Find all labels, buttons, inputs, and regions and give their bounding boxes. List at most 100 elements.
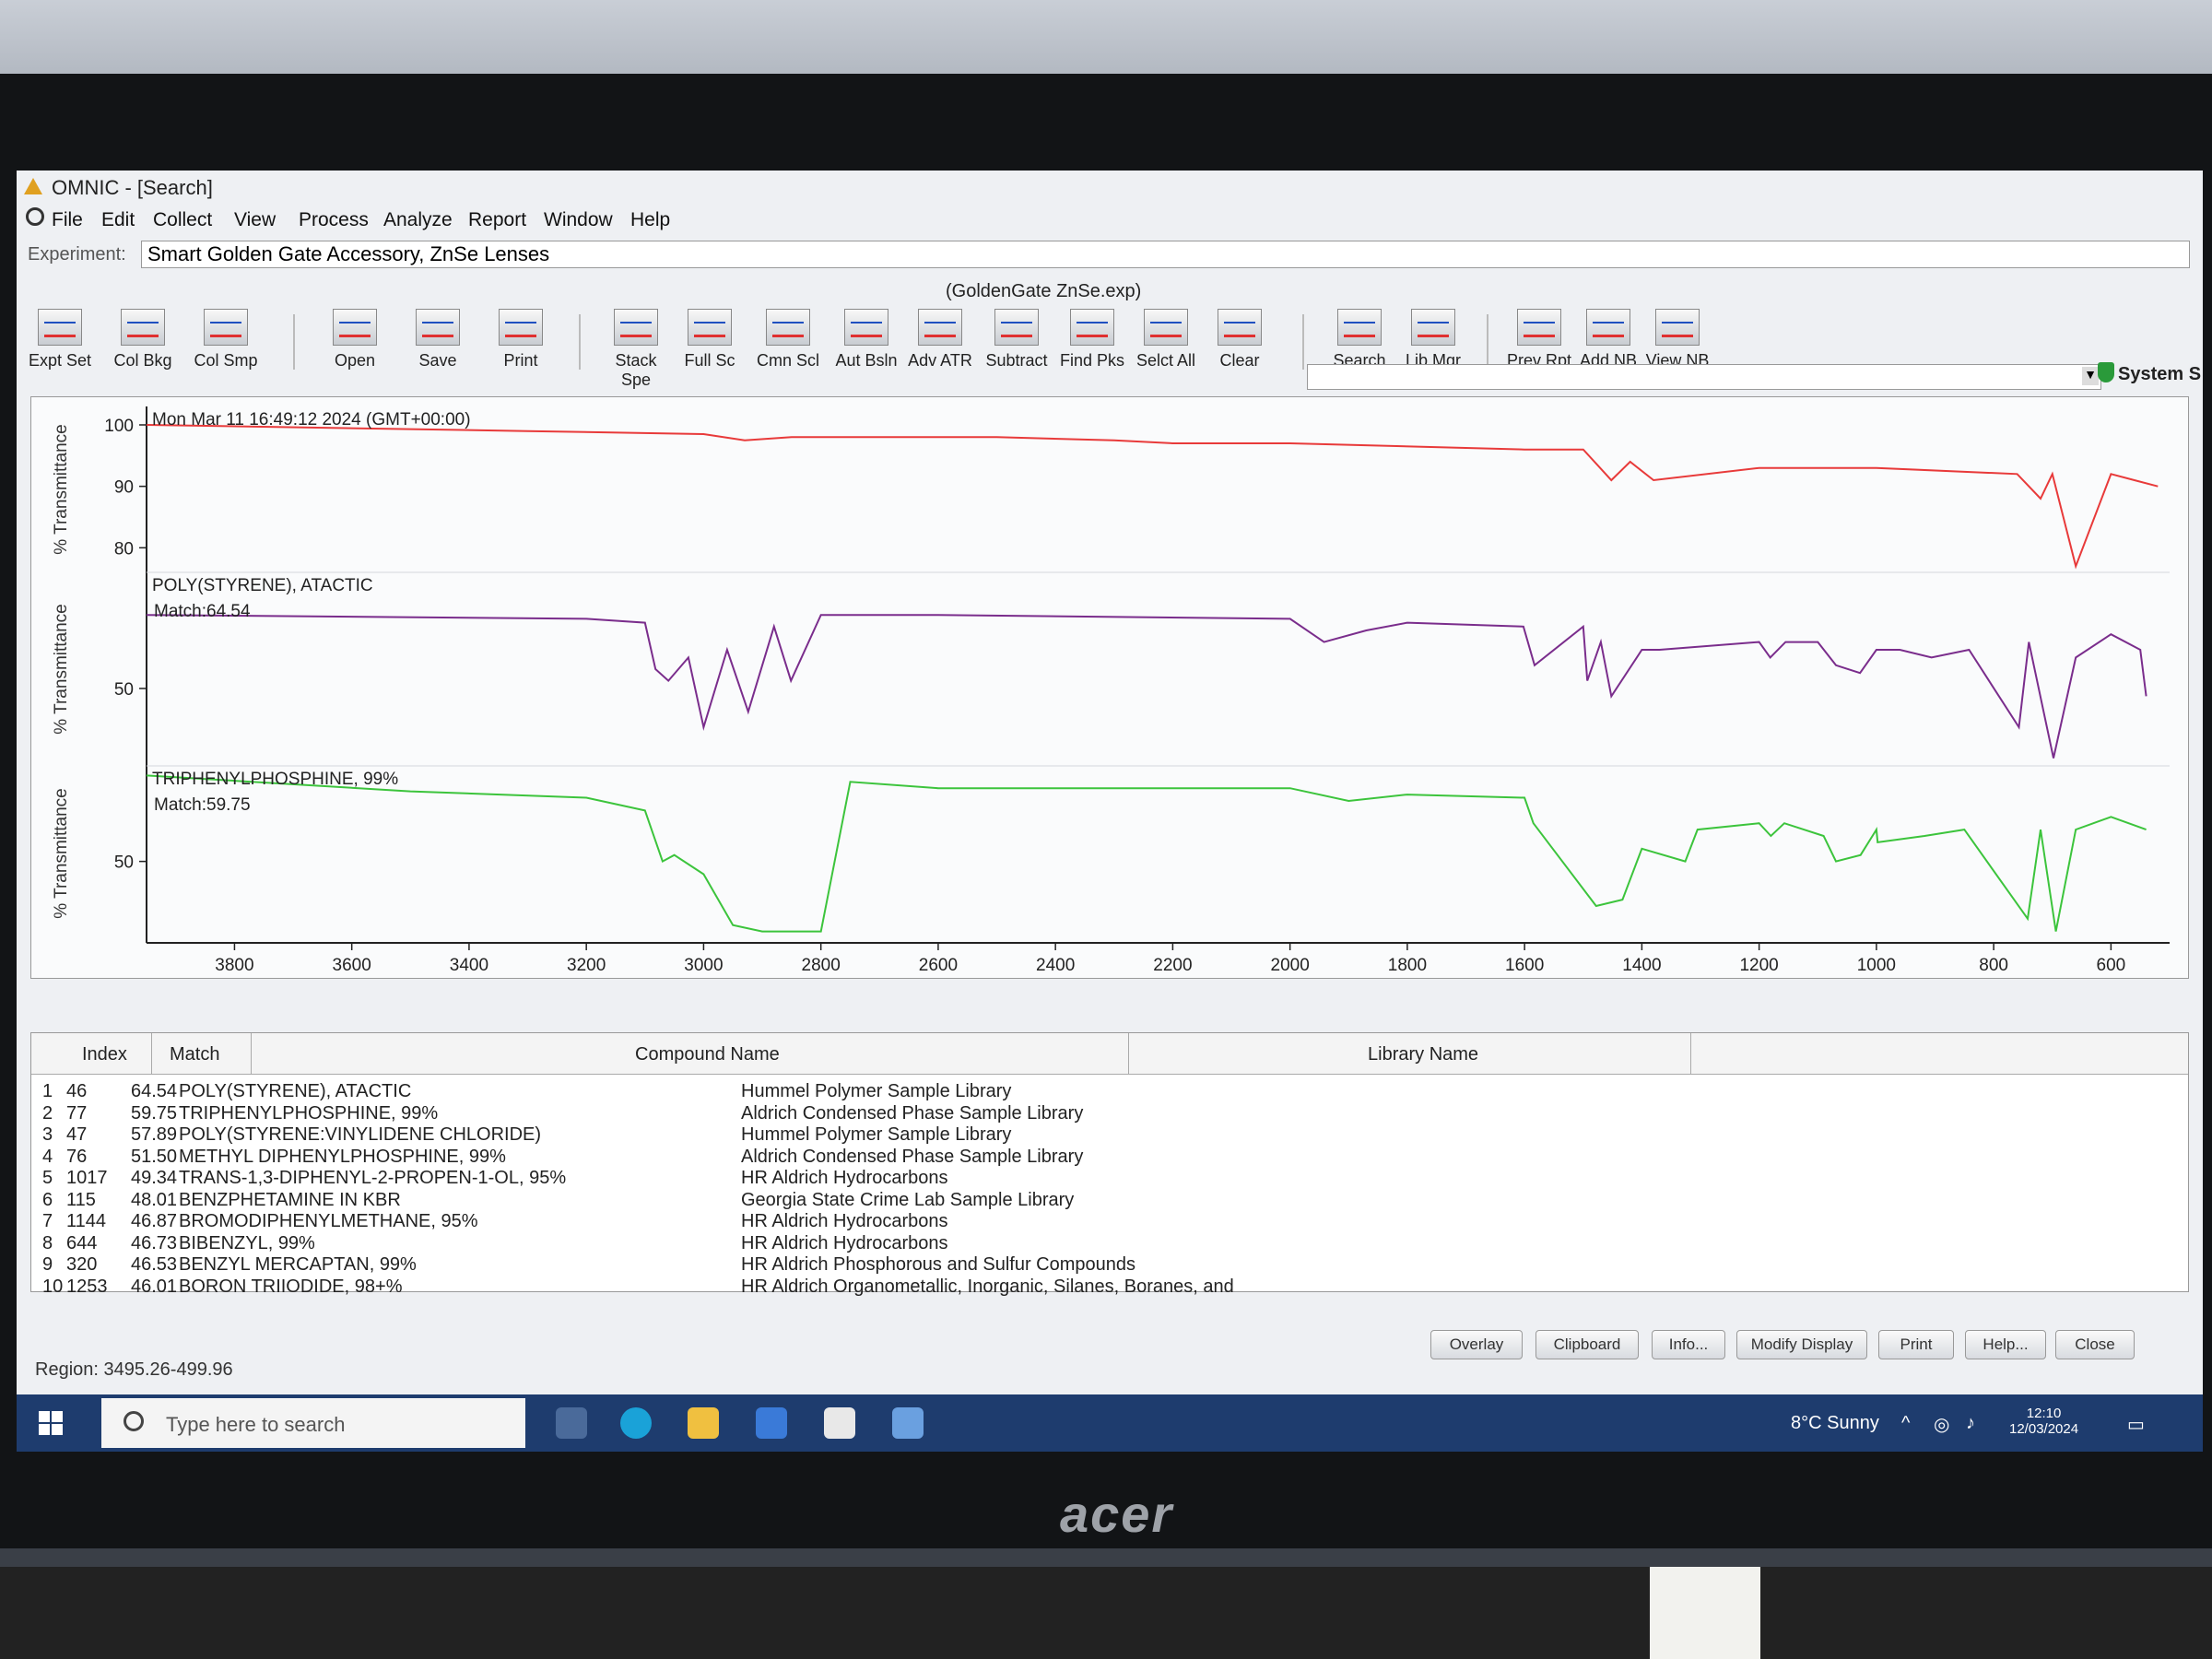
row-index: 76 [66, 1146, 88, 1167]
x-tick-label: 2000 [1271, 956, 1310, 975]
clock-time: 12:10 [2026, 1406, 2062, 1421]
expt-set-label: Expt Set [28, 351, 92, 370]
spectrum-chart[interactable]: 3800 3600 3400 3200 3000 2800 2600 2400 2200 2000… [30, 396, 2189, 999]
menu-view[interactable]: View [234, 209, 276, 231]
print-button[interactable]: Print [487, 309, 555, 371]
chevron-up-icon[interactable]: ^ [1901, 1413, 1910, 1434]
save-button[interactable]: Save [404, 309, 472, 371]
row-number: 6 [42, 1189, 53, 1210]
header-index[interactable]: Index [82, 1044, 127, 1065]
overlay-button[interactable]: Overlay [1430, 1330, 1523, 1359]
table-row[interactable]: 5 1017 49.34 TRANS-1,3-DIPHENYL-2-PROPEN-1-… [31, 1168, 2188, 1190]
x-tick-label: 2600 [919, 956, 958, 975]
menu-process[interactable]: Process [299, 209, 369, 231]
table-row[interactable]: 6 115 48.01 BENZPHETAMINE IN KBR Georgia Sta… [31, 1190, 2188, 1212]
spectrum-select[interactable]: ▼ [1307, 364, 2101, 390]
notification-icon[interactable]: ▭ [2127, 1413, 2145, 1436]
x-tick-label: 1000 [1857, 956, 1896, 975]
table-row[interactable]: 9 320 46.53 BENZYL MERCAPTAN, 99% HR Aldrich… [31, 1254, 2188, 1277]
print-results-button[interactable]: Print [1878, 1330, 1954, 1359]
table-row[interactable]: 2 77 59.75 TRIPHENYLPHOSPHINE, 99% Aldrich C… [31, 1103, 2188, 1125]
row-library-name: HR Aldrich Phosphorous and Sulfur Compou… [741, 1254, 1136, 1275]
auto-baseline-button[interactable]: Aut Bsln [832, 309, 900, 371]
search-icon [124, 1411, 144, 1431]
table-row[interactable]: 7 1144 46.87 BROMODIPHENYLMETHANE, 95% HR Al… [31, 1211, 2188, 1233]
x-tick-label: 1800 [1388, 956, 1427, 975]
select-all-button[interactable]: Selct All [1132, 309, 1200, 371]
info-button[interactable]: Info... [1652, 1330, 1725, 1359]
col-bkg-button[interactable]: Col Bkg [109, 309, 177, 371]
menu-window[interactable]: Window [544, 209, 613, 231]
weather-status[interactable]: 8°C Sunny [1791, 1413, 1879, 1434]
windows-start-icon[interactable] [39, 1411, 65, 1437]
menu-analyze[interactable]: Analyze [383, 209, 453, 231]
table-header: Index Match Compound Name Library Name [31, 1033, 2188, 1075]
help-button[interactable]: Help... [1965, 1330, 2046, 1359]
menu-file[interactable]: File [52, 209, 83, 231]
common-scale-button[interactable]: Cmn Scl [754, 309, 822, 371]
stack-spectra-icon [614, 309, 658, 346]
header-compound-name[interactable]: Compound Name [635, 1044, 780, 1065]
match-score: Match:59.75 [154, 795, 251, 815]
view-nb-button[interactable]: View NB [1643, 309, 1712, 371]
x-tick-label: 800 [1979, 956, 2008, 975]
menu-collect[interactable]: Collect [153, 209, 212, 231]
search-placeholder: Type here to search [166, 1413, 346, 1436]
speaker-icon[interactable]: ♪ [1966, 1413, 1975, 1434]
expt-set-button[interactable]: Expt Set [26, 309, 94, 371]
find-peaks-button[interactable]: Find Pks [1058, 309, 1126, 371]
header-library-name[interactable]: Library Name [1368, 1044, 1478, 1065]
system-clock[interactable]: 12:10 12/03/2024 [2009, 1406, 2078, 1437]
col-bkg-label: Col Bkg [113, 351, 172, 370]
menu-help[interactable]: Help [630, 209, 670, 231]
x-tick-label: 3800 [215, 956, 253, 975]
add-nb-button[interactable]: Add NB [1574, 309, 1642, 371]
magnifier-icon [26, 207, 44, 226]
experiment-field[interactable]: Smart Golden Gate Accessory, ZnSe Lenses [141, 241, 2190, 268]
stack-spectra-button[interactable]: Stack Spe [602, 309, 670, 390]
find-peaks-icon [1070, 309, 1114, 346]
row-match: 46.87 [131, 1211, 178, 1231]
table-row[interactable]: 1 46 64.54 POLY(STYRENE), ATACTIC Hummel Pol… [31, 1081, 2188, 1103]
omnic-taskbar-icon[interactable] [892, 1407, 924, 1439]
row-number: 2 [42, 1102, 53, 1124]
common-scale-icon [766, 309, 810, 346]
store-icon[interactable] [756, 1407, 787, 1439]
row-match: 46.53 [131, 1254, 178, 1275]
prev-rpt-button[interactable]: Prev Rpt [1505, 309, 1573, 371]
row-library-name: Georgia State Crime Lab Sample Library [741, 1189, 1075, 1210]
add-notebook-icon [1586, 309, 1630, 346]
network-icon[interactable]: ◎ [1934, 1413, 1949, 1436]
menu-edit[interactable]: Edit [101, 209, 135, 231]
taskbar-search[interactable]: Type here to search [101, 1398, 525, 1448]
subtract-icon [994, 309, 1039, 346]
clipboard-button[interactable]: Clipboard [1535, 1330, 1639, 1359]
table-row[interactable]: 4 76 51.50 METHYL DIPHENYLPHOSPHINE, 99% Ald… [31, 1147, 2188, 1169]
search-button[interactable]: Search [1325, 309, 1394, 371]
adv-atr-button[interactable]: Adv ATR [906, 309, 974, 371]
menu-report[interactable]: Report [468, 209, 526, 231]
y-axis-label: % Transmittance [52, 788, 71, 919]
table-row[interactable]: 10 1253 46.01 BORON TRIIODIDE, 98+% HR Aldri… [31, 1277, 2188, 1299]
subtract-button[interactable]: Subtract [982, 309, 1051, 371]
folder-icon [333, 309, 377, 346]
row-library-name: HR Aldrich Hydrocarbons [741, 1232, 948, 1253]
printer-icon [499, 309, 543, 346]
table-row[interactable]: 3 47 57.89 POLY(STYRENE:VINYLIDENE CHLORIDE… [31, 1124, 2188, 1147]
close-button[interactable]: Close [2055, 1330, 2135, 1359]
table-row[interactable]: 8 644 46.73 BIBENZYL, 99% HR Aldrich Hydroca… [31, 1233, 2188, 1255]
clear-button[interactable]: Clear [1206, 309, 1274, 371]
col-smp-button[interactable]: Col Smp [192, 309, 260, 371]
modify-display-button[interactable]: Modify Display [1736, 1330, 1867, 1359]
row-compound-name: POLY(STYRENE:VINYLIDENE CHLORIDE) [179, 1124, 542, 1145]
header-match[interactable]: Match [170, 1044, 219, 1065]
edge-browser-icon[interactable] [620, 1407, 652, 1439]
col-smp-label: Col Smp [194, 351, 258, 370]
full-scale-button[interactable]: Full Sc [676, 309, 744, 371]
open-button[interactable]: Open [321, 309, 389, 371]
spectrum-line-2 [146, 614, 2147, 759]
file-explorer-icon[interactable] [688, 1407, 719, 1439]
lib-mgr-button[interactable]: Lib Mgr [1399, 309, 1467, 371]
task-view-icon[interactable] [556, 1407, 587, 1439]
mail-icon[interactable] [824, 1407, 855, 1439]
